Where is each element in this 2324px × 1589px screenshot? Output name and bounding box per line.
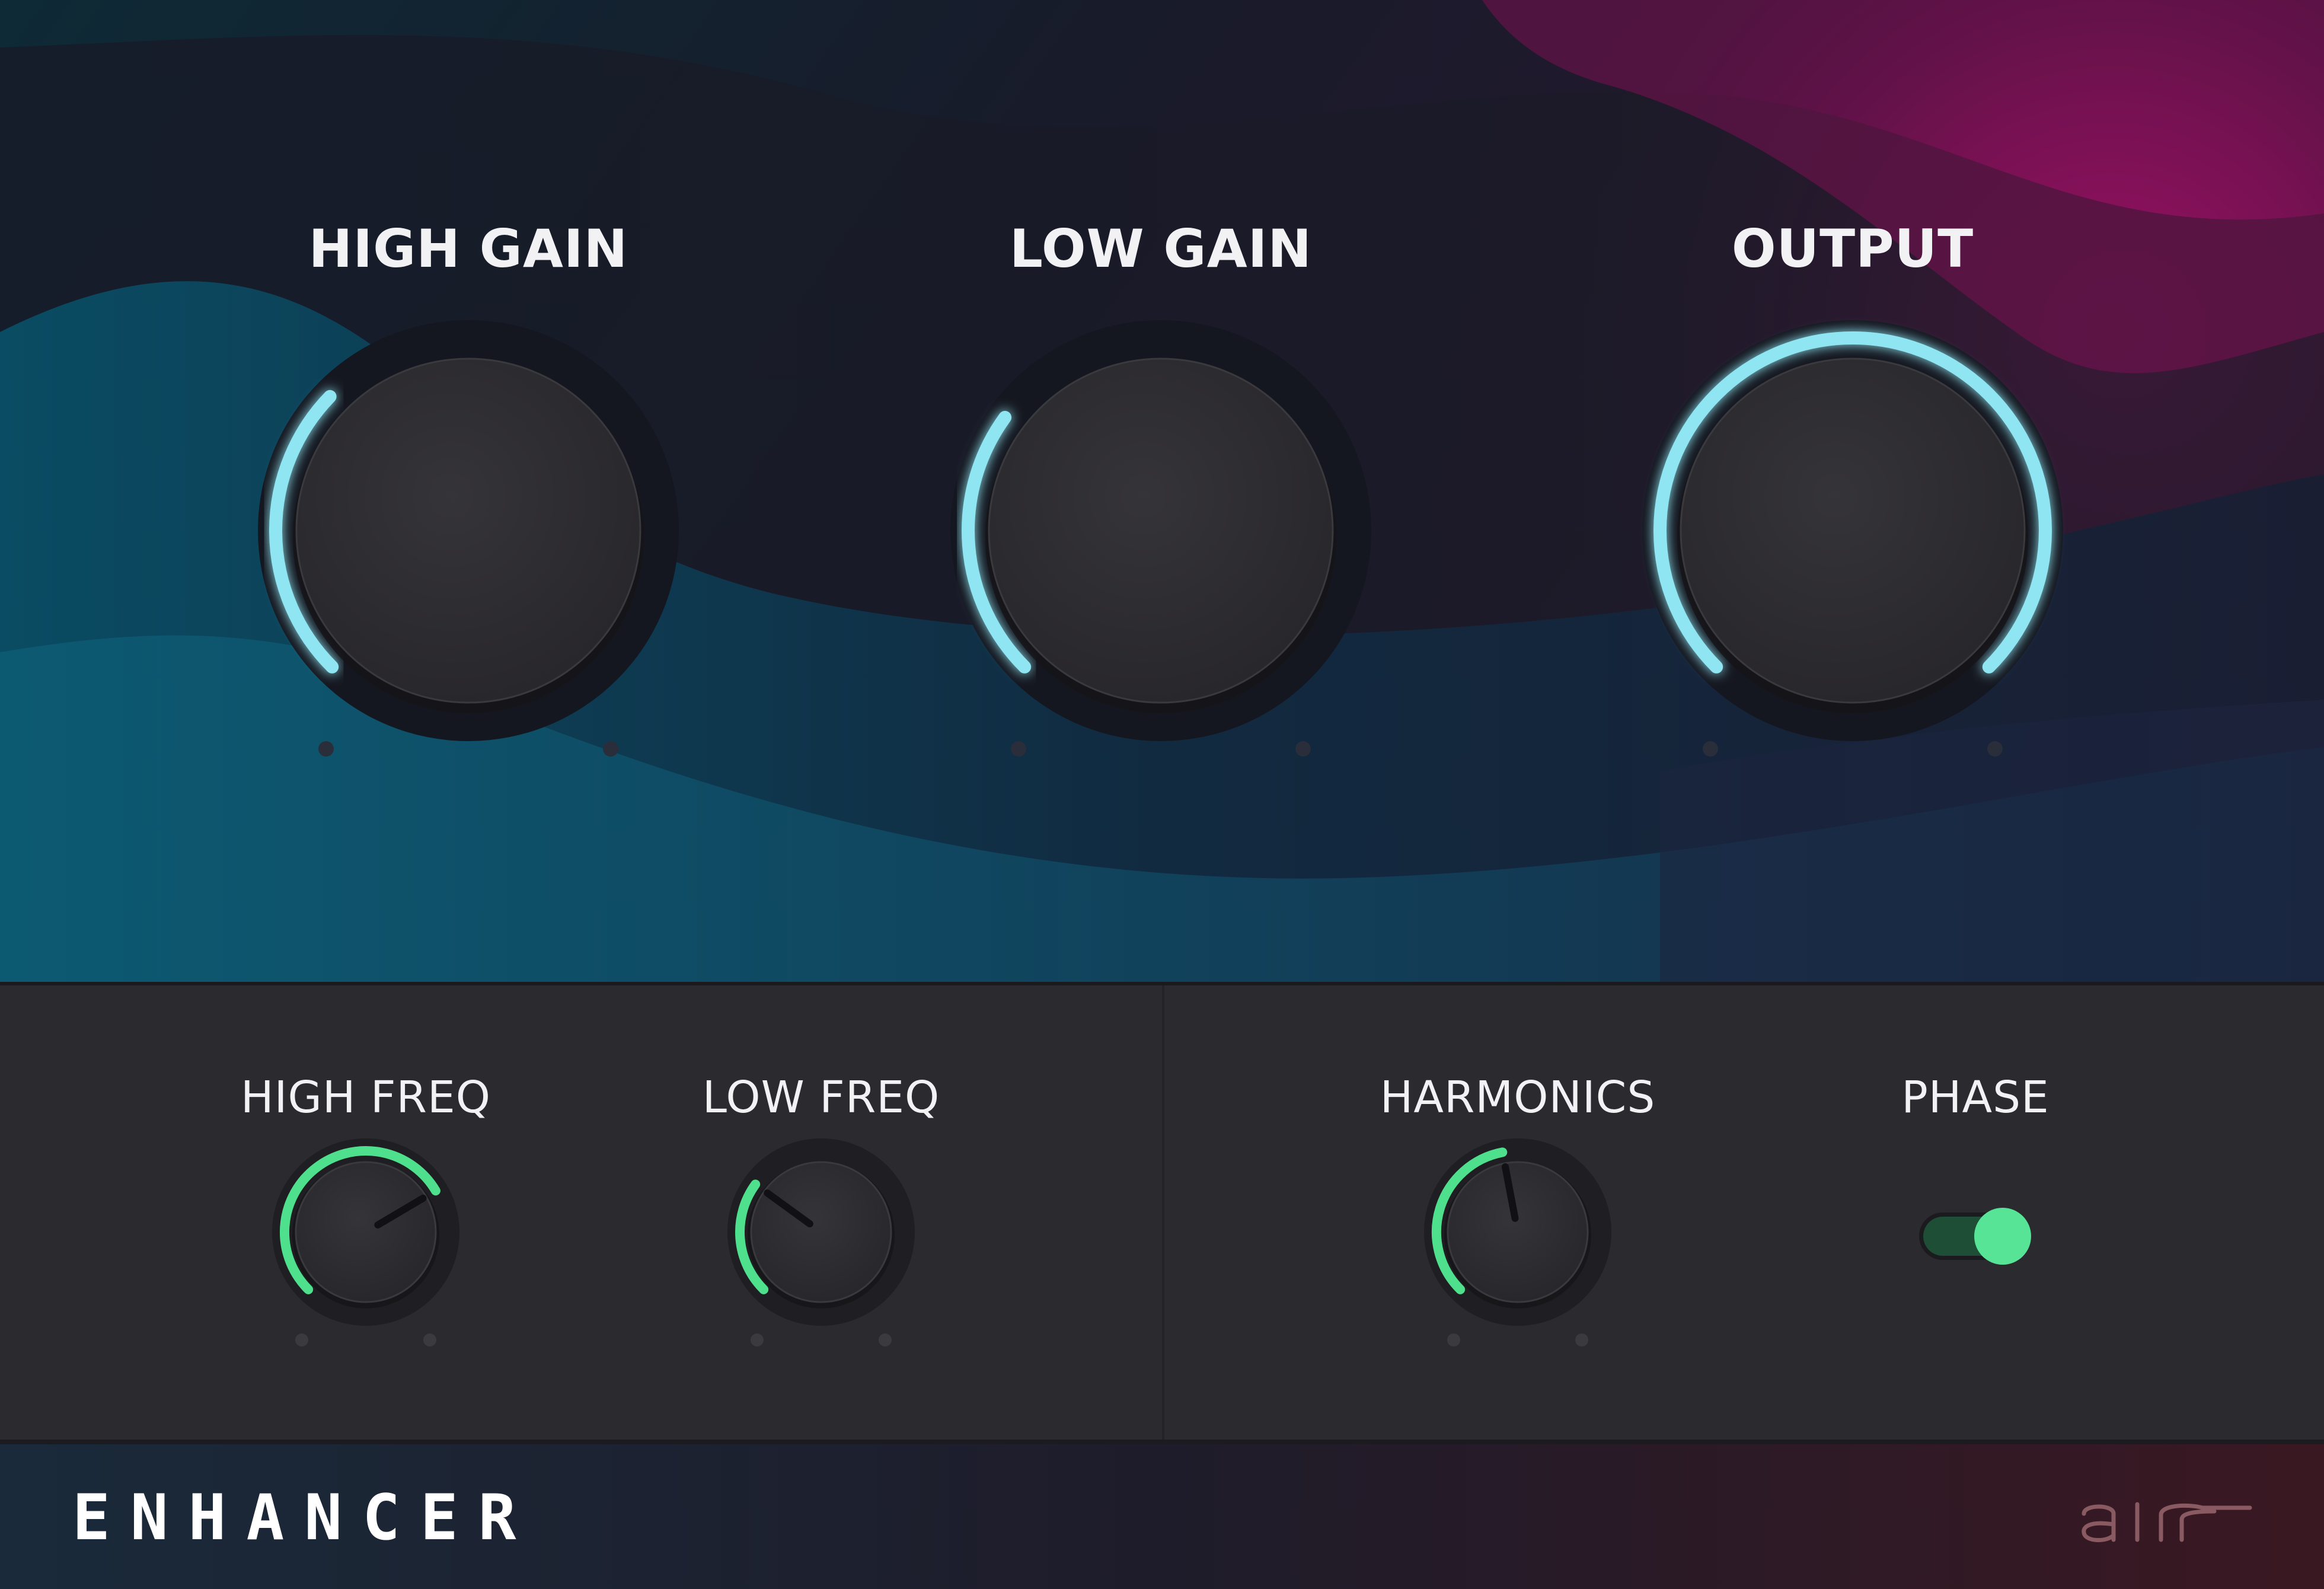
high-gain-knob[interactable] <box>258 320 679 757</box>
low-gain-label: LOW GAIN <box>1009 218 1313 279</box>
harmonics-label: HARMONICS <box>1380 1072 1656 1123</box>
phase-label: PHASE <box>1901 1072 2050 1123</box>
output-knob-min-dot <box>1703 741 1718 757</box>
low-freq-label: LOW FREQ <box>702 1072 940 1123</box>
low-freq-knob-cap <box>750 1161 892 1303</box>
plugin-title: ENHANCER <box>72 1481 537 1554</box>
high-gain-knob-min-dot <box>318 741 334 757</box>
high-gain-knob-max-dot <box>603 741 618 757</box>
output-knob-max-dot <box>1987 741 2003 757</box>
high-freq-knob-cap <box>295 1161 437 1303</box>
enhancer-plugin-window: HIGH GAIN LOW GAIN OUTPUT HIGH FREQ LOW … <box>0 0 2324 1589</box>
high-freq-label: HIGH FREQ <box>241 1072 491 1123</box>
low-gain-knob-min-dot <box>1011 741 1026 757</box>
phase-toggle-thumb <box>1974 1208 2031 1265</box>
high-gain-knob-cap <box>295 358 641 704</box>
harmonics-knob-max-dot <box>1575 1333 1588 1346</box>
high-freq-knob[interactable] <box>272 1138 459 1346</box>
low-freq-knob-max-dot <box>879 1333 892 1346</box>
low-gain-knob[interactable] <box>950 320 1371 757</box>
harmonics-knob-cap <box>1447 1161 1589 1303</box>
low-gain-knob-cap <box>988 358 1334 704</box>
output-label: OUTPUT <box>1731 218 1974 279</box>
air-logo <box>2082 1502 2252 1543</box>
low-freq-knob-min-dot <box>751 1333 764 1346</box>
low-gain-knob-max-dot <box>1295 741 1311 757</box>
output-knob-cap <box>1680 358 2026 704</box>
low-freq-knob[interactable] <box>727 1138 915 1346</box>
high-freq-knob-max-dot <box>423 1333 436 1346</box>
high-freq-knob-min-dot <box>295 1333 308 1346</box>
high-gain-label: HIGH GAIN <box>308 218 628 279</box>
phase-toggle[interactable] <box>1919 1208 2031 1265</box>
harmonics-knob[interactable] <box>1424 1138 1611 1346</box>
harmonics-knob-min-dot <box>1447 1333 1460 1346</box>
output-knob[interactable] <box>1642 320 2063 757</box>
